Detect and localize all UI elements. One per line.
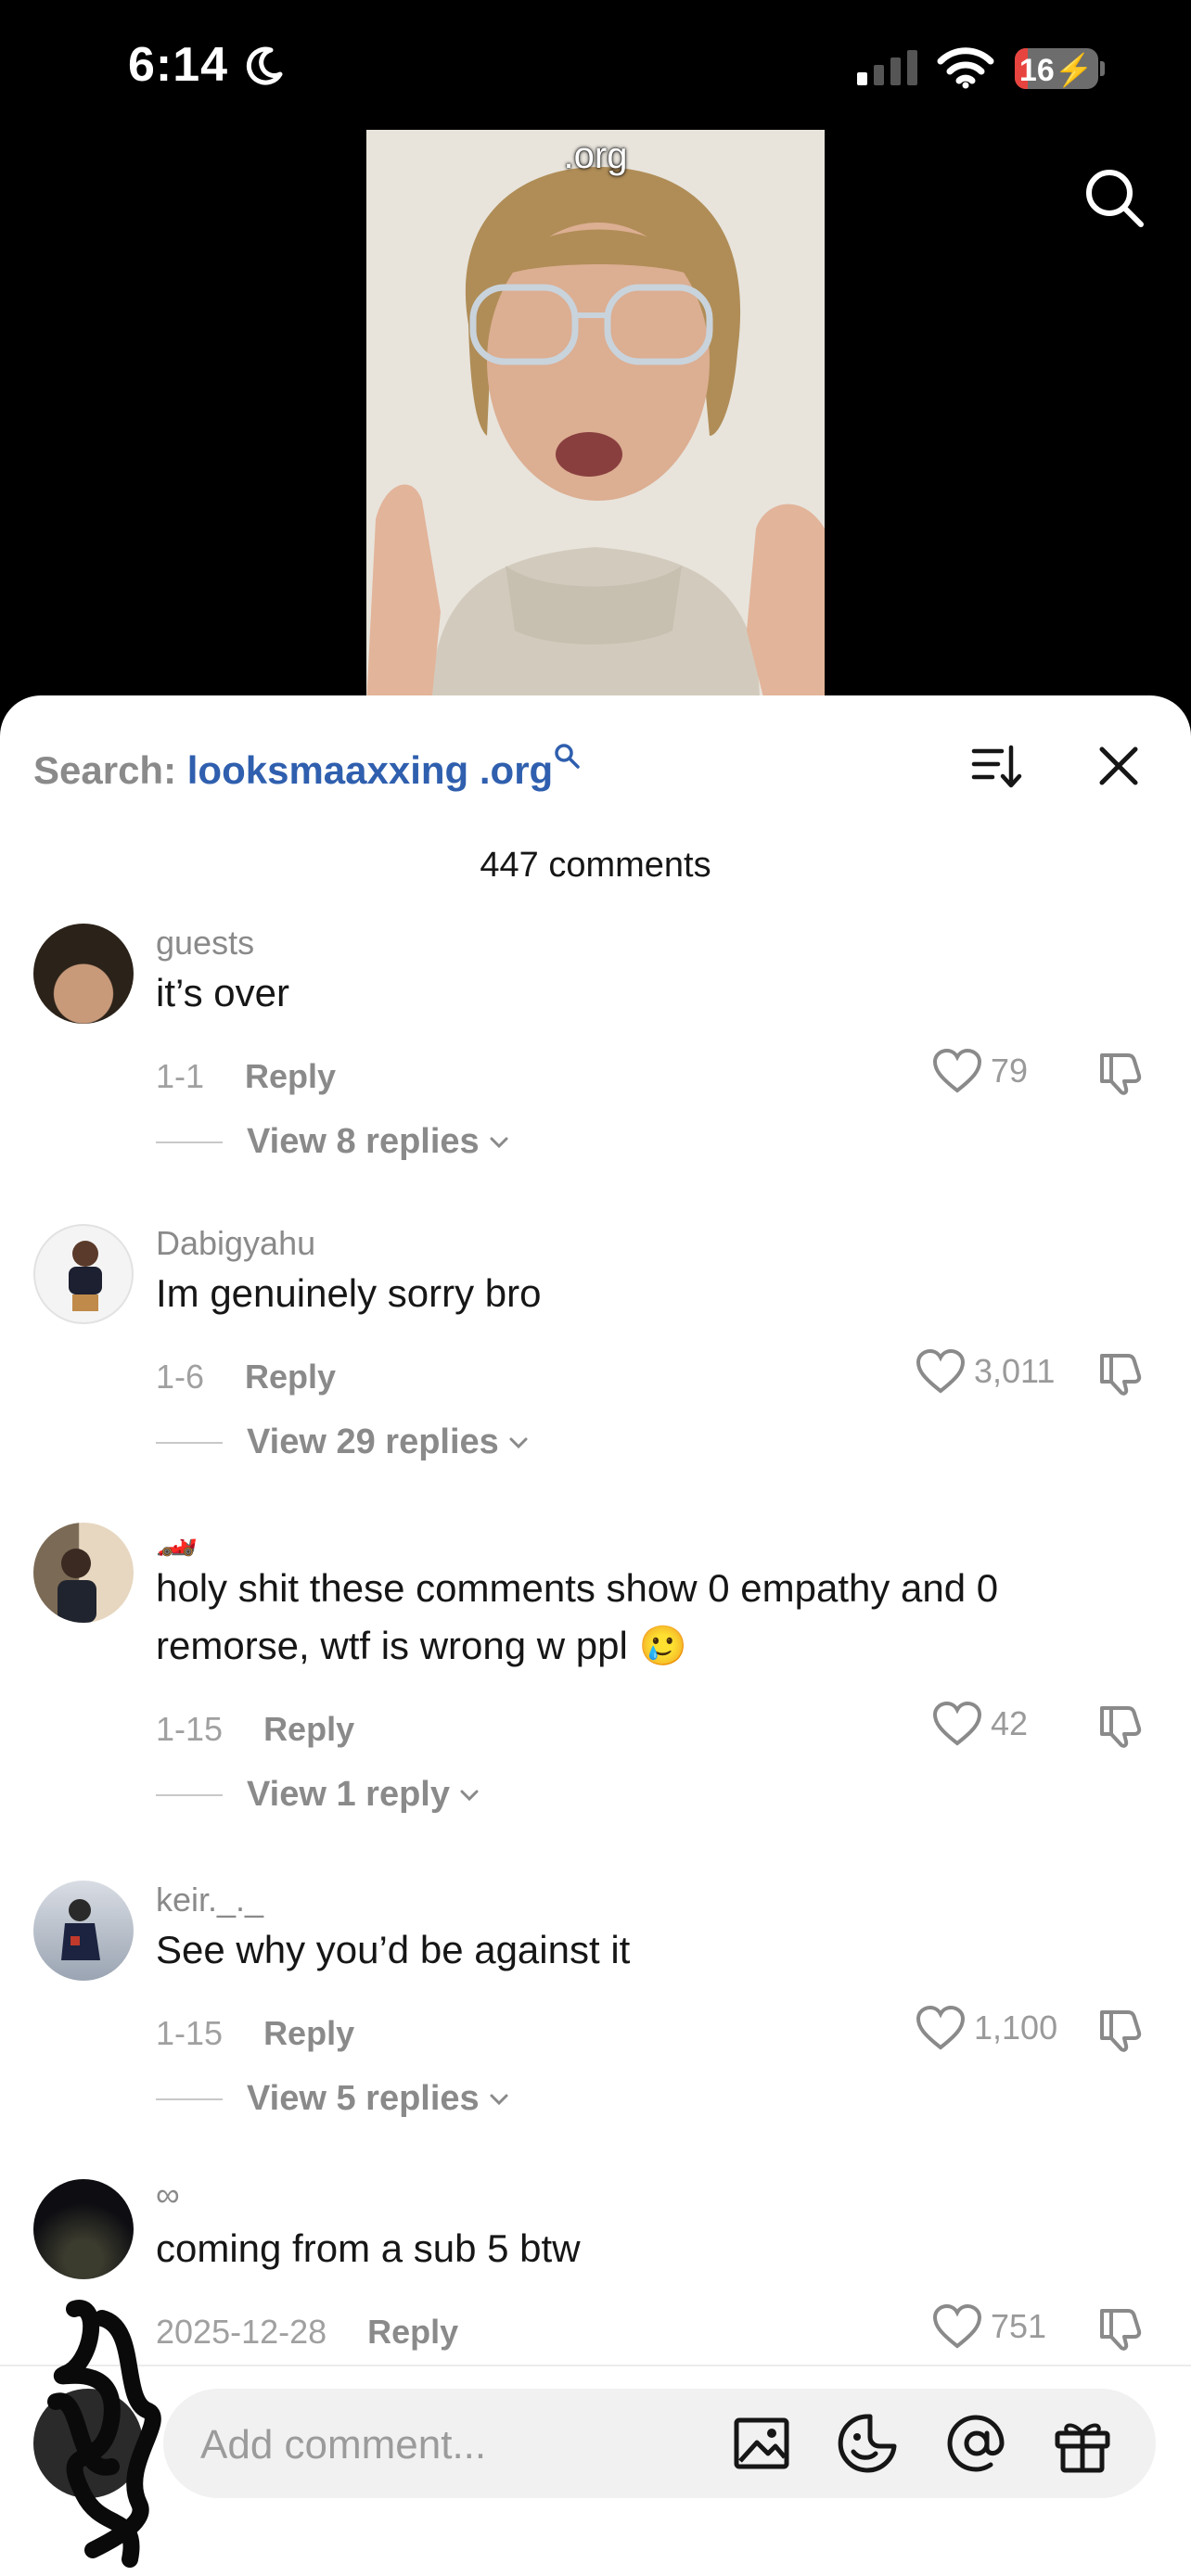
- like-count: 751: [991, 2307, 1047, 2345]
- comment-item: Dabigyahu Im genuinely sorry bro 1-6 Repl…: [0, 1224, 1191, 1511]
- reply-divider: [156, 1141, 223, 1143]
- comment-username[interactable]: guests: [156, 924, 254, 963]
- heart-icon: [932, 2303, 982, 2349]
- thumbs-down-icon[interactable]: [1096, 1048, 1145, 1096]
- search-suggestion[interactable]: Search: looksmaaxxing .org: [33, 742, 581, 793]
- comment-username[interactable]: ∞: [156, 2175, 180, 2214]
- comment-date: 1-6: [156, 1358, 205, 1396]
- comment-meta: 1-15 Reply: [156, 1710, 354, 1749]
- view-replies-button[interactable]: View 1 reply: [156, 1775, 481, 1815]
- comment-date: 1-1: [156, 1057, 205, 1095]
- thumbs-down-icon[interactable]: [1096, 1701, 1145, 1749]
- heart-icon: [932, 1701, 982, 1746]
- avatar-illustration: [69, 1241, 102, 1311]
- battery-indicator: 16⚡: [1015, 48, 1098, 89]
- comment-count: 447 comments: [480, 846, 711, 885]
- avatar-illustration: [58, 1549, 96, 1623]
- view-replies-button[interactable]: View 5 replies: [156, 2079, 511, 2119]
- video-caption: .org: [563, 135, 628, 176]
- comment-text: coming from a sub 5 btw: [156, 2226, 581, 2270]
- charging-bolt-icon: ⚡: [1054, 53, 1095, 88]
- thumbs-down-icon[interactable]: [1096, 1348, 1145, 1396]
- like-button[interactable]: 3,011: [915, 1348, 1055, 1395]
- reply-divider: [156, 2098, 223, 2100]
- like-button[interactable]: 42: [931, 1701, 1028, 1747]
- avatar[interactable]: [33, 2179, 134, 2279]
- comment-username[interactable]: Dabigyahu: [156, 1224, 315, 1263]
- comment-text: it’s over: [156, 971, 289, 1014]
- comment-meta: 2025-12-28 Reply: [156, 2313, 458, 2352]
- like-button[interactable]: 751: [931, 2303, 1046, 2350]
- comment-text: holy shit these comments show 0 empathy …: [156, 1566, 999, 1667]
- comment-item: 🏎️ holy shit these comments show 0 empat…: [0, 1519, 1191, 1884]
- like-count: 79: [991, 1052, 1029, 1090]
- view-replies-label: View 8 replies: [247, 1122, 480, 1161]
- comment-input[interactable]: Add comment...: [163, 2389, 1156, 2498]
- search-keyword-link[interactable]: looksmaaxxing .org: [187, 748, 553, 792]
- heart-icon: [916, 1348, 966, 1394]
- view-replies-label: View 29 replies: [247, 1422, 499, 1461]
- chevron-down-icon: [509, 1437, 528, 1448]
- thumbs-down-icon[interactable]: [1096, 2005, 1145, 2053]
- thumbs-down-icon[interactable]: [1096, 2303, 1145, 2352]
- view-replies-button[interactable]: View 8 replies: [156, 1122, 511, 1162]
- battery-percent: 16: [1018, 53, 1055, 88]
- avatar[interactable]: [33, 924, 134, 1024]
- avatar[interactable]: [33, 1224, 134, 1324]
- emoji-icon[interactable]: [835, 2411, 900, 2476]
- reply-button[interactable]: Reply: [263, 2014, 354, 2052]
- reply-button[interactable]: Reply: [367, 2313, 458, 2351]
- search-icon: [555, 744, 580, 769]
- close-icon[interactable]: [1095, 742, 1143, 790]
- reply-divider: [156, 1793, 223, 1796]
- redaction-scribble: [47, 2300, 161, 2568]
- avatar[interactable]: [33, 1881, 134, 1981]
- gift-icon[interactable]: [1050, 2411, 1115, 2476]
- sort-icon[interactable]: [970, 740, 1022, 792]
- chevron-down-icon: [460, 1790, 479, 1801]
- view-replies-label: View 5 replies: [247, 2079, 480, 2118]
- comment-item: guests it’s over 1-1 Reply 79 View 8 repl…: [0, 924, 1191, 1211]
- chevron-down-icon: [490, 2094, 508, 2105]
- view-replies-label: View 1 reply: [247, 1775, 450, 1814]
- avatar[interactable]: [33, 1523, 134, 1623]
- at-icon[interactable]: [944, 2411, 1009, 2476]
- like-button[interactable]: 1,100: [915, 2005, 1057, 2051]
- heart-icon: [932, 1048, 982, 1093]
- cellular-signal-icon: [857, 50, 917, 85]
- comment-text: See why you’d be against it: [156, 1928, 631, 1971]
- reply-button[interactable]: Reply: [245, 1057, 336, 1095]
- view-replies-button[interactable]: View 29 replies: [156, 1422, 531, 1462]
- search-icon[interactable]: [1082, 165, 1146, 230]
- status-bar: 6:14 16⚡: [0, 0, 1191, 139]
- reply-button[interactable]: Reply: [245, 1358, 336, 1396]
- chevron-down-icon: [490, 1137, 508, 1148]
- wifi-icon: [937, 47, 994, 89]
- comment-username[interactable]: 🏎️: [156, 1519, 198, 1558]
- video-frame-illustration: [366, 130, 825, 705]
- comment-username[interactable]: keir._._: [156, 1881, 263, 1919]
- comment-input-placeholder: Add comment...: [200, 2422, 487, 2468]
- like-count: 1,100: [974, 2009, 1058, 2047]
- like-count: 3,011: [974, 1352, 1056, 1390]
- like-button[interactable]: 79: [931, 1048, 1028, 1094]
- comment-item: keir._._ See why you’d be against it 1-1…: [0, 1881, 1191, 2168]
- comment-meta: 1-1 Reply: [156, 1057, 336, 1096]
- reply-divider: [156, 1441, 223, 1444]
- search-label: Search:: [33, 748, 177, 792]
- comment-meta: 1-6 Reply: [156, 1358, 336, 1396]
- reply-button[interactable]: Reply: [263, 1710, 354, 1748]
- battery-cap: [1100, 61, 1105, 76]
- like-count: 42: [991, 1704, 1029, 1742]
- comment-date: 1-15: [156, 2014, 224, 2052]
- moon-icon: [246, 46, 283, 85]
- comment-date: 1-15: [156, 1710, 224, 1748]
- image-icon[interactable]: [729, 2411, 794, 2476]
- comment-meta: 1-15 Reply: [156, 2014, 354, 2053]
- video-preview[interactable]: .org: [366, 130, 825, 705]
- avatar-illustration: [61, 1899, 100, 1960]
- comment-text: Im genuinely sorry bro: [156, 1271, 542, 1315]
- heart-icon: [916, 2005, 966, 2050]
- status-time: 6:14: [128, 38, 229, 92]
